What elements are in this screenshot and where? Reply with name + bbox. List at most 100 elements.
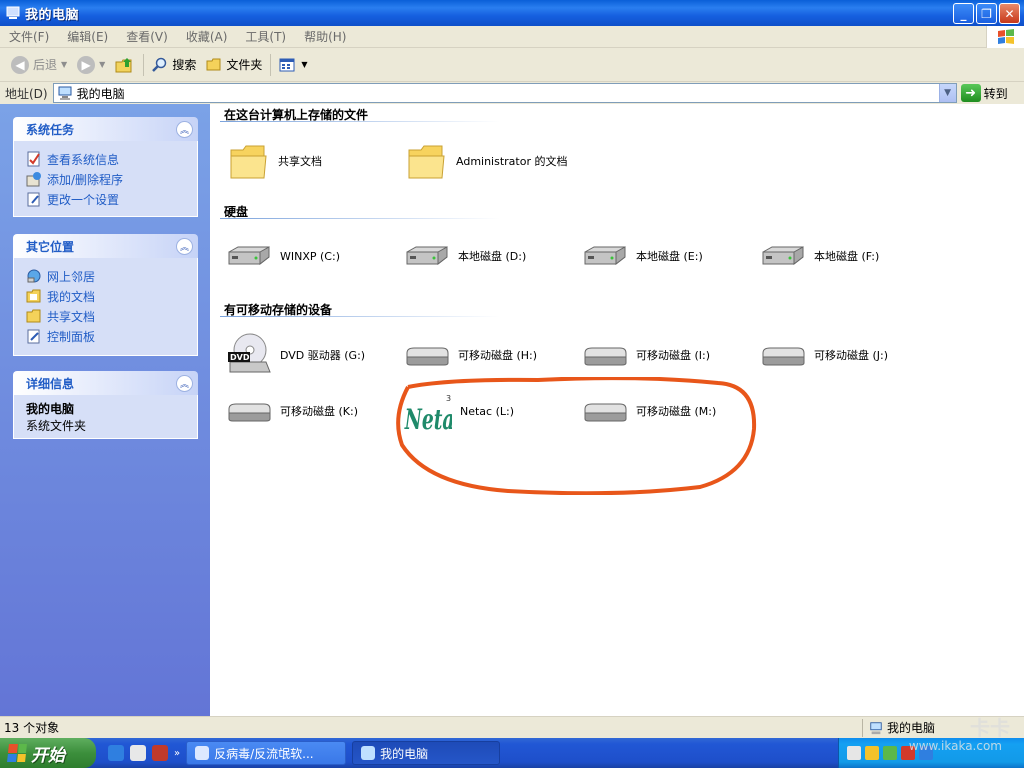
address-dropdown-icon[interactable]: ▼: [938, 84, 956, 102]
drive-item-g[interactable]: DVD DVD 驱动器 (G:): [226, 332, 365, 380]
drive-item-l-netac[interactable]: Netac 3 Netac (L:): [404, 392, 514, 432]
my-computer-icon: [870, 721, 882, 734]
window-title: 我的电脑: [25, 7, 80, 23]
link-my-documents[interactable]: 我的文档: [26, 286, 187, 306]
drive-item-c[interactable]: WINXP (C:): [226, 245, 340, 269]
menu-file[interactable]: 文件(F): [0, 28, 58, 45]
drive-item-h[interactable]: 可移动磁盘 (H:): [404, 344, 537, 368]
svg-text:3: 3: [446, 394, 451, 403]
drive-item-m[interactable]: 可移动磁盘 (M:): [582, 400, 716, 424]
my-documents-icon: [26, 289, 41, 303]
views-button[interactable]: ▼: [274, 52, 312, 78]
folder-item-shared-docs[interactable]: 共享文档: [228, 142, 322, 182]
svg-text:DVD: DVD: [230, 353, 250, 362]
search-icon: [152, 57, 167, 72]
windows-flag-icon: [7, 744, 27, 762]
item-label: 本地磁盘 (F:): [814, 250, 880, 263]
folders-button[interactable]: 文件夹: [201, 52, 267, 78]
link-network-places[interactable]: 网上邻居: [26, 266, 187, 286]
windows-logo-icon: [986, 26, 1024, 48]
window-icon: [195, 746, 210, 760]
address-value: 我的电脑: [76, 86, 125, 101]
details-header[interactable]: 详细信息 ︽: [13, 371, 198, 395]
other-places-header[interactable]: 其它位置 ︽: [13, 234, 198, 258]
watermark-url: www.ikaka.com: [908, 739, 1002, 753]
app-icon[interactable]: [152, 745, 168, 761]
close-button[interactable]: ✕: [999, 3, 1020, 24]
link-control-panel[interactable]: 控制面板: [26, 326, 187, 346]
network-places-icon: [27, 269, 41, 283]
item-label: 本地磁盘 (D:): [458, 250, 527, 263]
back-label: 后退: [33, 58, 58, 72]
search-button[interactable]: 搜索: [147, 52, 201, 78]
address-input[interactable]: 我的电脑 ▼: [52, 83, 957, 103]
link-label: 添加/删除程序: [47, 172, 124, 187]
item-label: 可移动磁盘 (H:): [458, 349, 538, 362]
start-button[interactable]: 开始: [0, 738, 96, 768]
details-name: 我的电脑: [26, 402, 75, 416]
maximize-button[interactable]: ❐: [976, 3, 997, 24]
search-label: 搜索: [172, 58, 197, 72]
menu-edit[interactable]: 编辑(E): [58, 28, 117, 45]
tray-icon[interactable]: [865, 746, 879, 760]
drive-item-k[interactable]: 可移动磁盘 (K:): [226, 400, 358, 424]
chevron-down-icon: ▼: [99, 60, 106, 69]
media-player-icon[interactable]: [130, 745, 146, 761]
item-label: 可移动磁盘 (M:): [636, 405, 717, 418]
link-add-remove-programs[interactable]: 添加/删除程序: [26, 169, 187, 189]
up-folder-button[interactable]: [110, 52, 140, 78]
panel-title: 其它位置: [26, 239, 75, 254]
go-button[interactable]: ➜ 转到: [960, 84, 1008, 102]
details-description: 系统文件夹: [26, 419, 87, 433]
control-panel-icon: [27, 329, 40, 344]
menu-tools[interactable]: 工具(T): [236, 28, 295, 45]
collapse-icon[interactable]: ︽: [176, 237, 193, 255]
group-divider: [220, 218, 500, 219]
folder-icon: [230, 145, 267, 179]
drive-item-e[interactable]: 本地磁盘 (E:): [582, 245, 703, 269]
collapse-icon[interactable]: ︽: [176, 120, 193, 138]
chevron-right-icon[interactable]: »: [174, 748, 180, 759]
taskbar-item-antivirus[interactable]: 反病毒/反流氓软...: [186, 741, 347, 765]
link-shared-documents[interactable]: 共享文档: [26, 306, 187, 326]
drive-item-j[interactable]: 可移动磁盘 (J:): [760, 344, 888, 368]
link-change-setting[interactable]: 更改一个设置: [26, 189, 187, 209]
drive-item-f[interactable]: 本地磁盘 (F:): [760, 245, 879, 269]
menu-view[interactable]: 查看(V): [117, 28, 177, 45]
back-button[interactable]: ◀ 后退 ▼: [6, 52, 72, 78]
title-bar: 我的电脑 _ ❐ ✕: [0, 0, 1024, 26]
settings-icon: [27, 192, 40, 207]
menu-help[interactable]: 帮助(H): [295, 28, 355, 45]
drive-item-i[interactable]: 可移动磁盘 (I:): [582, 344, 710, 368]
link-label: 网上邻居: [47, 269, 96, 284]
item-label: 可移动磁盘 (J:): [814, 349, 889, 362]
link-label: 我的文档: [47, 289, 96, 304]
dvd-drive-icon: DVD: [228, 333, 271, 373]
drive-item-d[interactable]: 本地磁盘 (D:): [404, 245, 526, 269]
collapse-icon[interactable]: ︽: [176, 374, 193, 392]
hard-drive-icon: [228, 246, 270, 266]
taskbar-item-my-computer[interactable]: 我的电脑: [352, 741, 501, 765]
link-view-system-info[interactable]: 查看系统信息: [26, 149, 187, 169]
system-tasks-panel: 系统任务 ︽ 查看系统信息 添加/删除程序 更改一个设置: [13, 117, 198, 217]
content-area: 在这台计算机上存储的文件 共享文档 Administrator 的文档 硬盘 W…: [210, 104, 1024, 716]
item-label: 可移动磁盘 (I:): [636, 349, 711, 362]
views-icon: [279, 58, 295, 71]
item-label: Administrator 的文档: [456, 155, 568, 168]
item-label: 共享文档: [278, 155, 322, 168]
system-info-icon: [27, 151, 40, 167]
start-label: 开始: [31, 745, 65, 766]
tray-icon[interactable]: [847, 746, 861, 760]
menu-favorites[interactable]: 收藏(A): [177, 28, 237, 45]
address-label: 地址(D): [5, 86, 48, 101]
tray-icon[interactable]: [883, 746, 897, 760]
removable-disk-icon: [584, 403, 627, 422]
ie-icon[interactable]: [108, 745, 124, 761]
folder-item-admin-docs[interactable]: Administrator 的文档: [406, 142, 568, 182]
forward-button[interactable]: ▶ ▼: [72, 52, 110, 78]
minimize-button[interactable]: _: [953, 3, 974, 24]
other-places-panel: 其它位置 ︽ 网上邻居 我的文档 共享文档 控制面板: [13, 234, 198, 356]
task-pane: 系统任务 ︽ 查看系统信息 添加/删除程序 更改一个设置 其它位置 ︽ 网上邻居…: [0, 104, 210, 716]
my-computer-icon: [361, 746, 376, 760]
system-tasks-header[interactable]: 系统任务 ︽: [13, 117, 198, 141]
